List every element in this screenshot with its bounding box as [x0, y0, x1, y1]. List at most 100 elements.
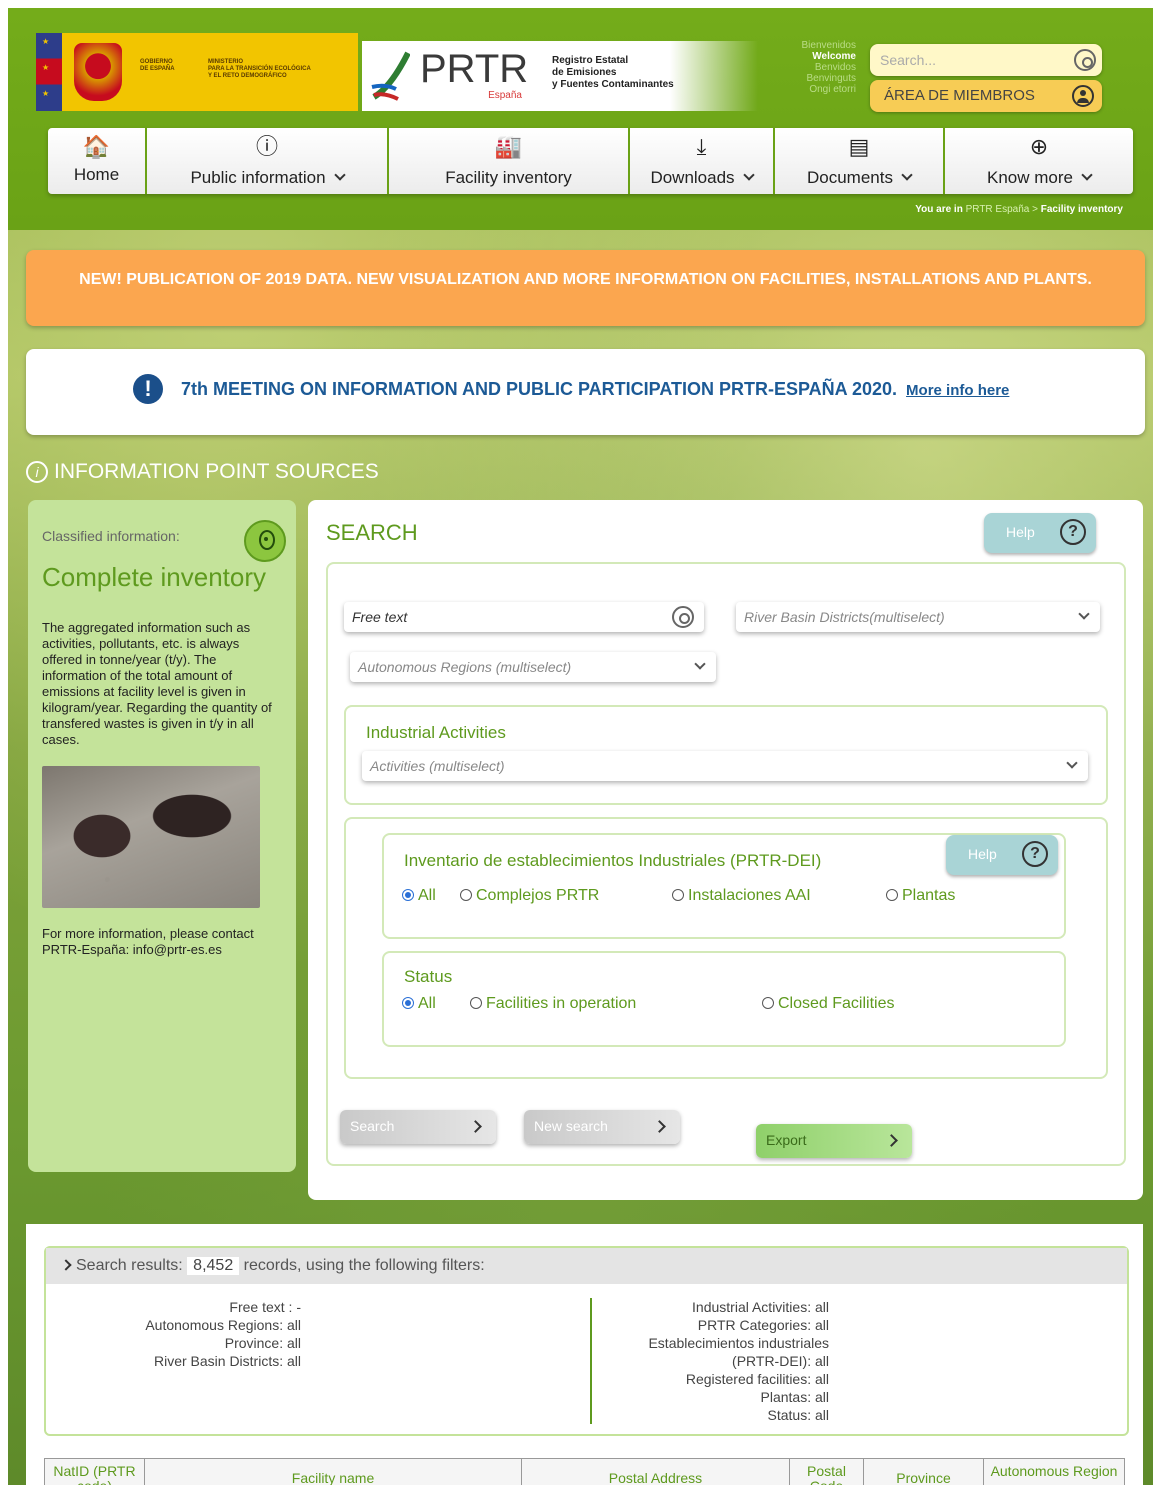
panel-title: Complete inventory — [42, 562, 266, 592]
site-search — [870, 44, 1102, 76]
status-all-radio[interactable]: All — [402, 995, 436, 1013]
question-icon: ? — [1060, 519, 1086, 545]
chevron-right-icon — [885, 1134, 898, 1147]
language-item[interactable]: Welcome — [770, 51, 856, 62]
chevron-down-icon — [333, 169, 346, 181]
search-button[interactable]: Search — [340, 1110, 496, 1144]
column-header-autonomous-region[interactable]: Autonomous Region — [984, 1459, 1124, 1485]
radio-selected-icon — [402, 889, 414, 901]
dei-group: Inventario de establecimientos Industria… — [382, 833, 1066, 939]
radio-icon — [460, 889, 472, 901]
export-button[interactable]: Export — [756, 1124, 912, 1158]
column-header-natid[interactable]: NatID (PRTR code) — [45, 1459, 145, 1485]
results-panel: Search results: 8,452 records, using the… — [26, 1224, 1143, 1485]
results-table-header: NatID (PRTR code) Facility name Postal A… — [44, 1458, 1125, 1485]
home-icon: 🏠 — [82, 134, 111, 159]
filter-item: Establecimientos industriales — [648, 1335, 829, 1351]
classified-info-panel: Classified information: Complete invento… — [28, 500, 296, 1172]
members-area-button[interactable]: ÁREA DE MIEMBROS — [870, 80, 1102, 112]
chevron-right-icon — [653, 1120, 666, 1133]
dei-complejos-radio[interactable]: Complejos PRTR — [460, 887, 599, 905]
nav-label: Facility inventory — [445, 168, 572, 187]
nav-downloads[interactable]: ⤓ Downloads — [630, 128, 775, 194]
radio-label: Closed Facilities — [778, 995, 895, 1012]
panel-description: The aggregated information such as activ… — [42, 620, 272, 747]
zoom-in-icon: ⊕ — [1029, 134, 1049, 159]
dei-instalaciones-radio[interactable]: Instalaciones AAI — [672, 887, 811, 905]
nav-label: Downloads — [650, 168, 735, 187]
dei-plantas-radio[interactable]: Plantas — [886, 887, 955, 905]
free-text-input[interactable]: Free text — [344, 602, 704, 632]
radio-icon — [470, 997, 482, 1009]
column-header-facility-name[interactable]: Facility name — [145, 1459, 522, 1485]
government-label: GOBIERNO DE ESPAÑA — [140, 59, 175, 72]
results-header[interactable]: Search results: 8,452 records, using the… — [46, 1248, 1127, 1284]
nav-know-more[interactable]: ⊕ Know more — [945, 128, 1133, 194]
results-suffix: records, using the following filters: — [243, 1257, 485, 1274]
section-title: i INFORMATION POINT SOURCES — [26, 460, 379, 484]
chevron-down-icon — [694, 658, 706, 670]
nav-label: Public information — [190, 168, 326, 187]
factory-icon: 🏭 — [494, 134, 523, 159]
nav-public-information[interactable]: ⓘ Public information — [147, 128, 389, 194]
help-button[interactable]: Help ? — [984, 513, 1096, 553]
language-item[interactable]: Benvinguts — [770, 73, 856, 84]
ministry-label: MINISTERIO PARA LA TRANSICIÓN ECOLÓGICA … — [208, 59, 311, 79]
help-label: Help — [968, 846, 997, 862]
activities-select[interactable]: Activities (multiselect) — [362, 751, 1088, 781]
nav-documents[interactable]: ▤ Documents — [775, 128, 945, 194]
nav-home[interactable]: 🏠 Home — [48, 128, 147, 194]
radio-label: Instalaciones AAI — [688, 887, 811, 904]
main-navigation: 🏠 Home ⓘ Public information 🏭 Facility i… — [48, 128, 1133, 194]
new-search-button[interactable]: New search — [524, 1110, 680, 1144]
status-operation-radio[interactable]: Facilities in operation — [470, 995, 636, 1013]
column-header-province[interactable]: Province — [864, 1459, 984, 1485]
nav-label: Home — [73, 165, 120, 184]
autonomous-regions-select[interactable]: Autonomous Regions (multiselect) — [350, 652, 716, 682]
river-basin-select[interactable]: River Basin Districts(multiselect) — [736, 602, 1100, 632]
dei-help-button[interactable]: Help ? — [946, 835, 1058, 875]
download-icon: ⤓ — [696, 134, 707, 159]
section-title-text: INFORMATION POINT SOURCES — [54, 460, 379, 483]
filter-item: Autonomous Regions: all — [145, 1317, 301, 1333]
breadcrumb-home-link[interactable]: PRTR España > — [966, 204, 1038, 215]
registry-title: Registro Estatal de Emisiones y Fuentes … — [538, 41, 758, 111]
location-pin-icon — [244, 520, 286, 562]
chevron-down-icon — [1066, 757, 1078, 769]
facility-type-group: Inventario de establecimientos Industria… — [344, 817, 1108, 1079]
prtr-logo[interactable]: PRTR España — [362, 41, 538, 111]
more-info-link[interactable]: More info here — [906, 382, 1009, 399]
river-basin-placeholder: River Basin Districts(multiselect) — [744, 609, 945, 625]
contact-info: For more information, please contact PRT… — [42, 926, 254, 957]
status-label: Status — [404, 967, 453, 986]
site-search-input[interactable] — [880, 50, 1060, 70]
radio-label: Complejos PRTR — [476, 887, 600, 904]
language-item[interactable]: Ongi etorri — [770, 84, 856, 95]
autonomous-placeholder: Autonomous Regions (multiselect) — [358, 659, 572, 675]
filter-item: PRTR Categories: all — [697, 1317, 829, 1333]
column-header-postal-address[interactable]: Postal Address — [522, 1459, 790, 1485]
language-item[interactable]: Benvidos — [770, 62, 856, 73]
welcome-languages: Bienvenidos Welcome Benvidos Benvinguts … — [770, 40, 856, 95]
language-item[interactable]: Bienvenidos — [770, 40, 856, 51]
search-icon[interactable] — [1074, 49, 1096, 71]
government-logo[interactable]: ★ ★ ★ GOBIERNO DE ESPAÑA MINISTERIO PARA L… — [36, 33, 358, 111]
coat-of-arms-icon — [74, 43, 122, 101]
chevron-down-icon — [1081, 169, 1093, 181]
search-icon[interactable] — [672, 606, 694, 628]
dei-all-radio[interactable]: All — [402, 887, 436, 905]
right-filters: Industrial Activities: all PRTR Categori… — [648, 1298, 829, 1424]
column-header-postal-code[interactable]: Postal Code — [790, 1459, 864, 1485]
filter-item: Plantas: all — [760, 1389, 829, 1405]
status-group: Status All Facilities in operation Close… — [382, 951, 1066, 1047]
announcement-banner[interactable]: NEW! PUBLICATION OF 2019 DATA. NEW VISUA… — [26, 250, 1145, 326]
meeting-text: 7th MEETING ON INFORMATION AND PUBLIC PA… — [181, 379, 1009, 400]
radio-selected-icon — [402, 997, 414, 1009]
filter-item: River Basin Districts: all — [153, 1353, 301, 1369]
nav-facility-inventory[interactable]: 🏭 Facility inventory — [389, 128, 630, 194]
filter-item: (PRTR-DEI): all — [732, 1353, 829, 1369]
chevron-right-icon — [60, 1259, 72, 1271]
status-closed-radio[interactable]: Closed Facilities — [762, 995, 894, 1013]
radio-icon — [672, 889, 684, 901]
members-area-label: ÁREA DE MIEMBROS — [884, 87, 1035, 104]
